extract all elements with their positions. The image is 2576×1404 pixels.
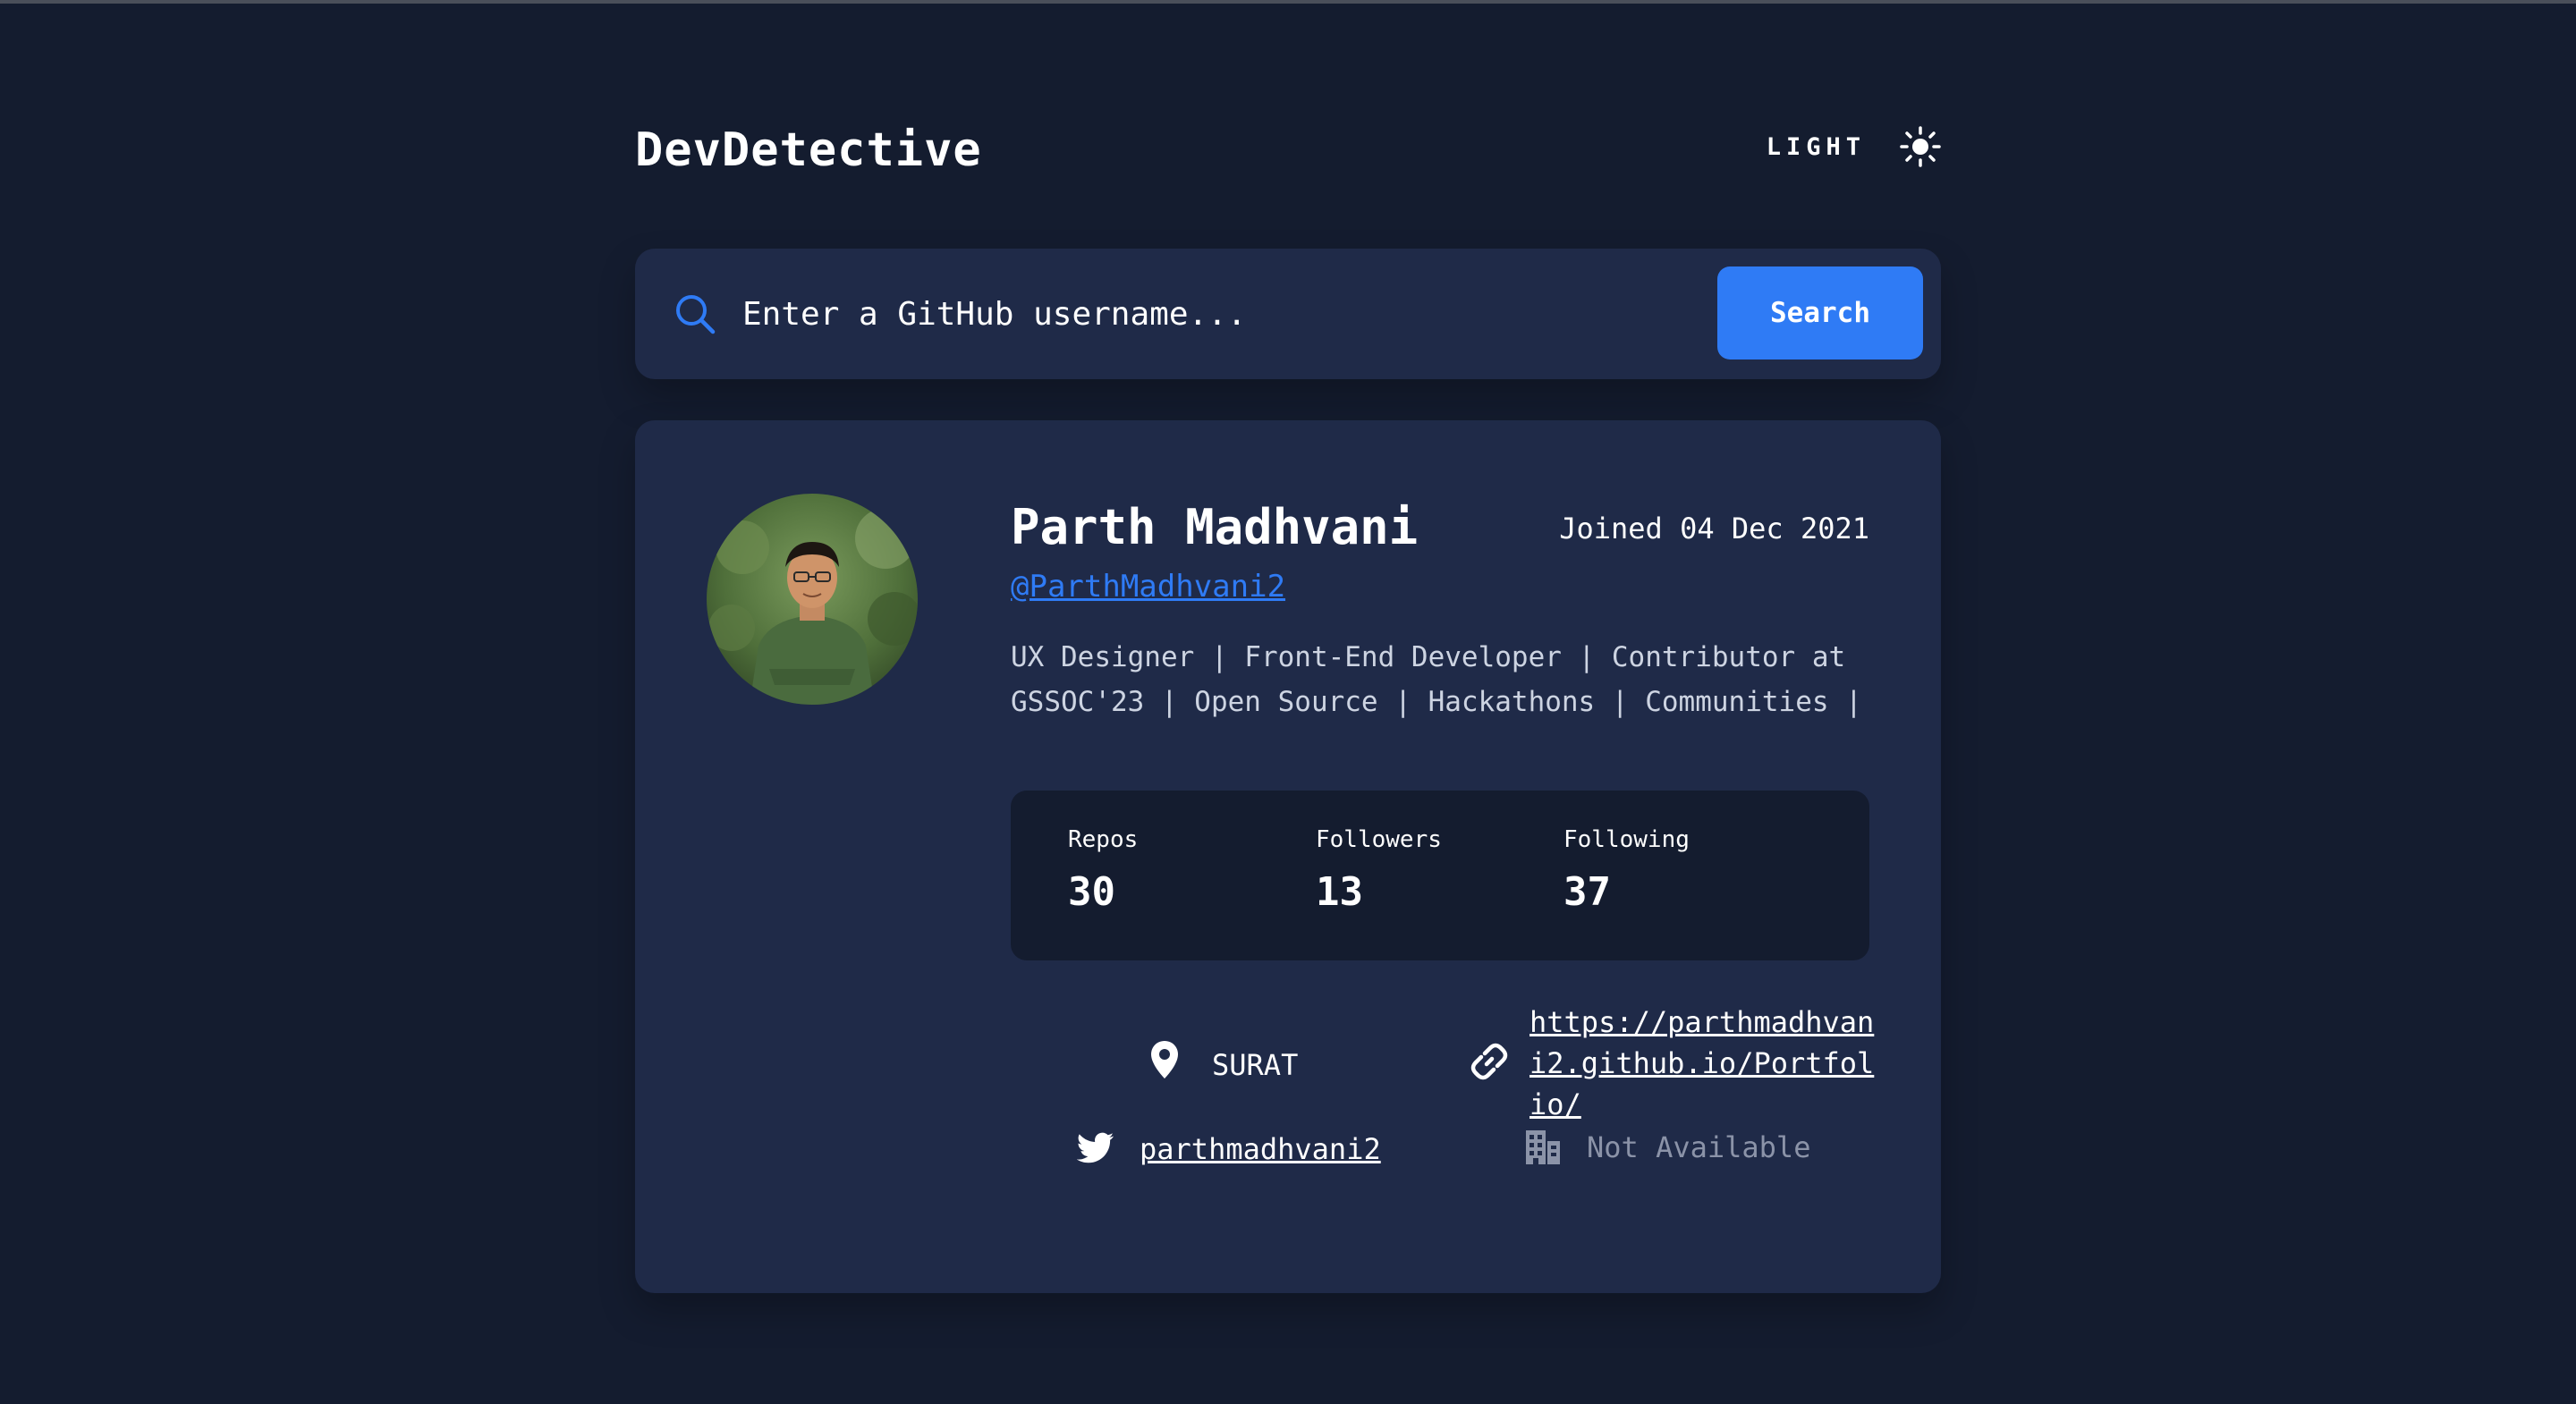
stat-following: Following 37 (1563, 826, 1690, 915)
website-item[interactable]: https://parthmadhvani2.github.io/Portfol… (1469, 1002, 1878, 1125)
stats-panel: Repos 30 Followers 13 Following 37 (1011, 791, 1869, 960)
company-item: Not Available (1524, 1129, 1810, 1168)
profile-bio: UX Designer | Front-End Developer | Cont… (1011, 641, 1862, 718)
stat-label: Repos (1068, 826, 1139, 853)
location-item: SURAT (1149, 1037, 1298, 1086)
twitter-item[interactable]: parthmadhvani2 (1077, 1129, 1381, 1170)
search-button[interactable]: Search (1717, 266, 1923, 359)
stat-label: Following (1563, 826, 1690, 853)
search-icon (676, 295, 716, 334)
location-text: SURAT (1212, 1048, 1299, 1082)
joined-date: Joined 04 Dec 2021 (1559, 512, 1869, 546)
theme-toggle-label: LIGHT (1766, 132, 1866, 161)
profile-card: Parth Madhvani Joined 04 Dec 2021 @Parth… (635, 420, 1941, 1293)
stat-repos: Repos 30 (1068, 826, 1138, 915)
app-logo: DevDetective (635, 123, 982, 177)
stat-followers: Followers 13 (1316, 826, 1442, 915)
stat-value: 13 (1316, 869, 1363, 915)
profile-username-link[interactable]: @ParthMadhvani2 (1011, 569, 1285, 605)
theme-toggle-button[interactable]: LIGHT (1767, 122, 1941, 172)
profile-name: Parth Madhvani (1011, 499, 1419, 555)
company-text: Not Available (1587, 1130, 1811, 1164)
stat-label: Followers (1316, 826, 1442, 853)
app-header: DevDetective LIGHT (635, 114, 1941, 186)
website-link[interactable]: https://parthmadhvani2.github.io/Portfol… (1530, 1002, 1878, 1125)
twitter-icon (1077, 1132, 1114, 1163)
twitter-link[interactable]: parthmadhvani2 (1140, 1129, 1381, 1170)
link-icon (1470, 1043, 1508, 1080)
search-bar: Search (635, 249, 1941, 379)
profile-links: SURAT https://parthmadhvani2.github.io/P… (1011, 1005, 1887, 1261)
stat-value: 37 (1563, 869, 1611, 915)
location-pin-icon (1151, 1041, 1178, 1078)
stat-value: 30 (1068, 869, 1115, 915)
sun-icon (1900, 126, 1941, 167)
avatar (707, 494, 918, 705)
search-input[interactable] (742, 281, 1422, 347)
window-top-border (0, 0, 2576, 4)
building-icon (1526, 1130, 1560, 1164)
